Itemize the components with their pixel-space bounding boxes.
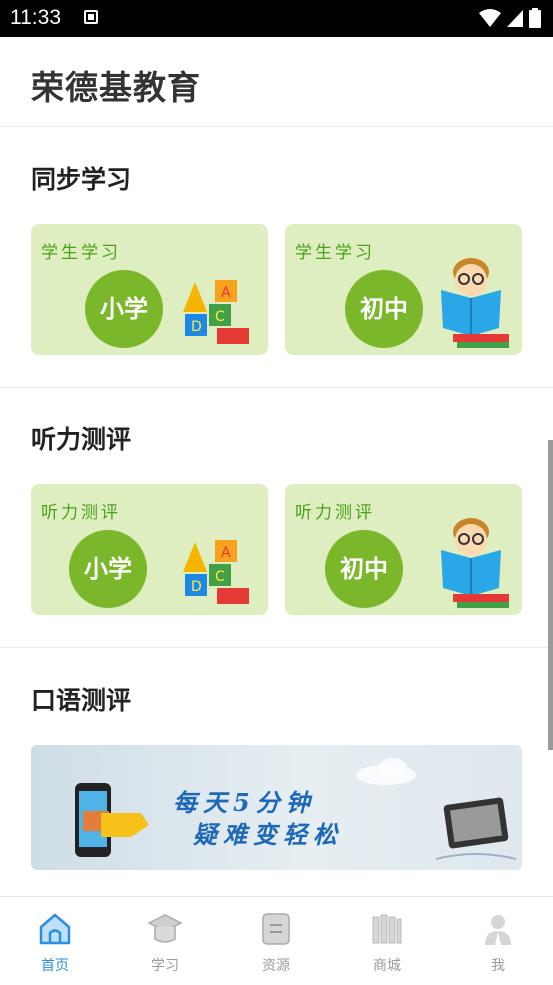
tab-label: 首页	[41, 958, 69, 974]
alphabet-blocks-icon: A C D	[183, 540, 249, 604]
signal-icon	[506, 10, 523, 27]
scrollbar[interactable]	[548, 440, 553, 750]
section-title-sync: 同步学习	[31, 165, 132, 194]
section-divider	[0, 647, 553, 648]
tablet-book-icon	[436, 797, 516, 860]
card-listening-middle[interactable]: 听力测评 初中	[285, 484, 522, 615]
tab-label: 学习	[151, 958, 179, 974]
tab-store[interactable]: 商城	[332, 897, 442, 985]
status-time: 11:33	[10, 6, 61, 29]
card-label: 听力测评	[295, 503, 375, 523]
card-label: 听力测评	[41, 503, 121, 523]
app-bar: 荣德基教育	[0, 37, 553, 127]
section-title-speaking: 口语测评	[31, 686, 132, 715]
status-icons	[478, 8, 541, 28]
card-label: 学生学习	[295, 243, 375, 263]
card-label: 学生学习	[41, 243, 121, 263]
tab-resources[interactable]: 资源	[221, 897, 331, 985]
card-sync-middle[interactable]: 学生学习 初中	[285, 224, 522, 355]
tab-study[interactable]: 学习	[110, 897, 220, 985]
tab-label: 资源	[262, 958, 290, 974]
section-title-listening: 听力测评	[31, 425, 132, 454]
card-listening-primary[interactable]: 听力测评 小学 A C D	[31, 484, 268, 615]
level-badge: 初中	[325, 530, 403, 608]
tab-home[interactable]: 首页	[0, 897, 110, 985]
home-icon	[39, 913, 71, 945]
user-icon	[485, 915, 511, 945]
speaking-banner[interactable]: 每天5分钟 疑难变轻松	[31, 745, 522, 870]
level-badge: 初中	[345, 270, 423, 348]
svg-text:A: A	[221, 545, 231, 561]
notification-icon	[84, 10, 98, 24]
app-title: 荣德基教育	[31, 68, 201, 107]
tab-label: 我	[491, 958, 505, 974]
wifi-icon	[478, 9, 501, 27]
graduation-cap-icon	[147, 914, 183, 943]
reading-boy-icon	[441, 518, 509, 608]
level-badge: 小学	[85, 270, 163, 348]
svg-text:C: C	[215, 309, 225, 325]
banner-line2: 疑难变轻松	[193, 820, 343, 849]
card-sync-primary[interactable]: 学生学习 小学 A C D	[31, 224, 268, 355]
phone-hand-icon	[75, 783, 149, 857]
cloud-icon	[356, 758, 416, 785]
status-bar: 11:33	[0, 0, 553, 37]
level-badge: 小学	[69, 530, 147, 608]
svg-text:D: D	[191, 319, 202, 335]
battery-icon	[529, 8, 541, 28]
svg-text:D: D	[191, 579, 202, 595]
bottom-tab-bar: 首页 学习 资源 商城 我	[0, 896, 553, 985]
svg-text:C: C	[215, 569, 225, 585]
section-divider	[0, 387, 553, 388]
bookshelf-icon	[372, 914, 402, 944]
banner-line1: 每天5分钟	[173, 788, 316, 817]
svg-text:A: A	[221, 285, 231, 301]
alphabet-blocks-icon: A C D	[183, 280, 249, 344]
tab-label: 商城	[373, 958, 401, 974]
reading-boy-icon	[441, 258, 509, 348]
document-icon	[262, 913, 290, 945]
tab-me[interactable]: 我	[443, 897, 553, 985]
